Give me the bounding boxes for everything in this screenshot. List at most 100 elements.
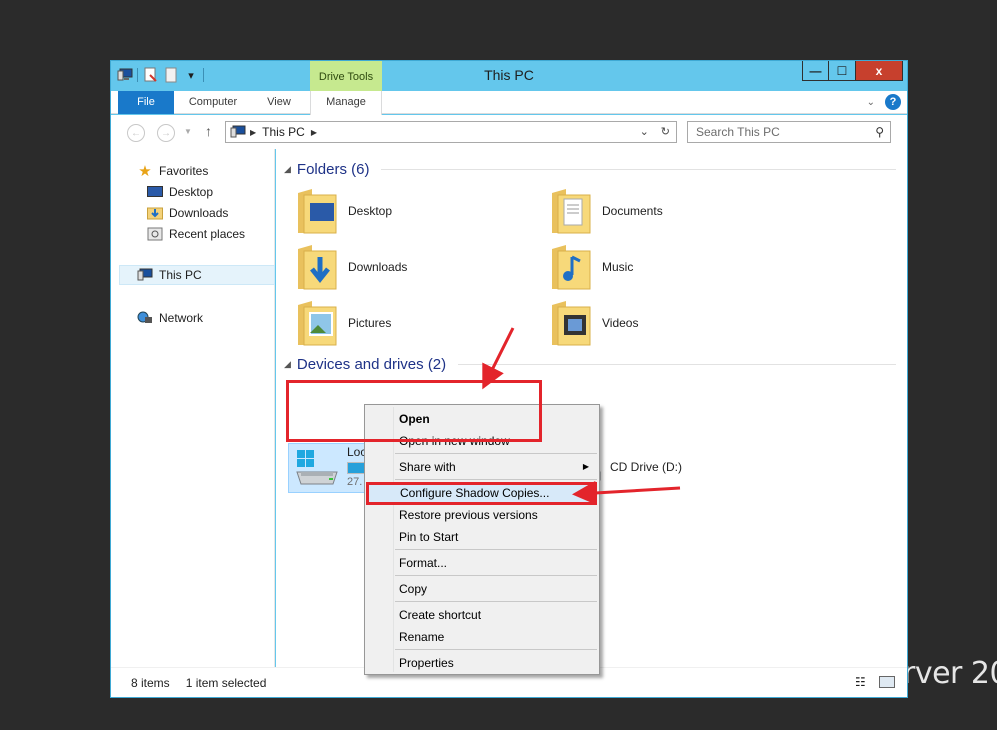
desktop-icon: [147, 185, 163, 199]
group-divider: [381, 169, 896, 170]
folder-downloads[interactable]: Downloads: [296, 241, 536, 293]
up-arrow-icon[interactable]: ↑: [205, 123, 212, 139]
menu-item-configure-shadow-copies[interactable]: Configure Shadow Copies...: [367, 482, 597, 504]
menu-separator: [395, 549, 597, 550]
window-controls: — ☐ x: [802, 61, 903, 81]
address-bar[interactable]: ▶ This PC ▶ ⌄ ↻: [225, 121, 677, 143]
breadcrumb-arrow-icon-2[interactable]: ▶: [311, 128, 317, 137]
navigation-bar: ← → ▼ ↑ ▶ This PC ▶ ⌄ ↻ Search This PC ⚲: [111, 115, 907, 149]
selection-count: 1 item selected: [185, 676, 267, 690]
this-pc-icon: [230, 125, 246, 139]
sidebar-item-desktop[interactable]: Desktop: [147, 182, 213, 202]
folder-label: Documents: [602, 204, 663, 218]
folders-group-title: Folders (6): [296, 161, 370, 178]
tab-view[interactable]: View: [255, 91, 303, 114]
recent-locations-dropdown-icon[interactable]: ▼: [184, 127, 192, 136]
sidebar-item-label: Desktop: [169, 185, 214, 199]
folder-pictures[interactable]: Pictures: [296, 297, 536, 349]
submenu-arrow-icon: ▶: [582, 462, 589, 471]
sidebar-item-downloads[interactable]: Downloads: [147, 203, 228, 223]
folder-documents[interactable]: Documents: [550, 185, 790, 237]
tab-computer[interactable]: Computer: [177, 91, 249, 114]
expand-ribbon-chevron-icon[interactable]: ⌄: [867, 97, 875, 108]
folder-label: Videos: [602, 316, 639, 330]
desktop-background-text: rver 20: [903, 656, 997, 691]
star-icon: ★: [138, 163, 152, 180]
recent-places-icon: [147, 227, 163, 241]
music-folder-icon: [550, 243, 592, 291]
context-menu: Open Open in new window Share with ▶ Con…: [364, 404, 600, 675]
breadcrumb-arrow-icon[interactable]: ▶: [250, 128, 256, 137]
navigation-pane: ★ Favorites Desktop Downloads Recent pla…: [111, 149, 275, 667]
help-icon[interactable]: ?: [885, 94, 901, 110]
forward-button[interactable]: →: [157, 124, 175, 142]
desktop-folder-icon: [296, 187, 338, 235]
refresh-icon[interactable]: ↻: [661, 125, 670, 138]
minimize-button[interactable]: —: [802, 61, 829, 81]
folders-group-header[interactable]: ◢ Folders (6): [284, 161, 896, 178]
menu-item-restore-previous-versions[interactable]: Restore previous versions: [367, 504, 597, 526]
menu-item-create-shortcut[interactable]: Create shortcut: [367, 604, 597, 626]
sidebar-item-this-pc[interactable]: This PC: [119, 265, 275, 285]
folder-videos[interactable]: Videos: [550, 297, 790, 349]
downloads-folder-icon: [296, 243, 338, 291]
folder-label: Music: [602, 260, 634, 274]
menu-item-format[interactable]: Format...: [367, 552, 597, 574]
drive-name: CD Drive (D:): [610, 460, 682, 474]
item-count: 8 items: [131, 676, 170, 690]
search-icon[interactable]: ⚲: [875, 122, 884, 142]
address-dropdown-icon[interactable]: ⌄: [640, 125, 649, 138]
maximize-button[interactable]: ☐: [829, 61, 856, 81]
sidebar-item-recent-places[interactable]: Recent places: [147, 224, 245, 244]
menu-item-pin-to-start[interactable]: Pin to Start: [367, 526, 597, 548]
folder-music[interactable]: Music: [550, 241, 790, 293]
sidebar-item-label: This PC: [159, 268, 202, 282]
group-divider: [458, 364, 896, 365]
menu-item-open-new-window[interactable]: Open in new window: [367, 430, 597, 452]
sidebar-item-network[interactable]: Network: [137, 308, 203, 328]
documents-folder-icon: [550, 187, 592, 235]
menu-separator: [395, 453, 597, 454]
address-controls: ⌄ ↻: [640, 125, 670, 138]
menu-separator: [395, 601, 597, 602]
folder-desktop[interactable]: Desktop: [296, 185, 536, 237]
devices-group-header[interactable]: ◢ Devices and drives (2): [284, 356, 896, 373]
menu-item-share-with[interactable]: Share with ▶: [367, 456, 597, 478]
sidebar-item-label: Network: [159, 311, 204, 325]
ribbon-right-controls: ⌄ ?: [867, 94, 901, 110]
pictures-folder-icon: [296, 299, 338, 347]
sidebar-item-label: Recent places: [169, 227, 246, 241]
menu-item-label: Share with: [399, 460, 456, 474]
menu-separator: [395, 479, 597, 480]
breadcrumb-this-pc[interactable]: This PC: [262, 125, 305, 139]
window-title: This PC: [484, 67, 534, 83]
tab-file[interactable]: File: [118, 91, 174, 114]
details-view-icon[interactable]: ☷: [855, 676, 871, 688]
search-placeholder: Search This PC: [696, 125, 780, 139]
menu-separator: [395, 575, 597, 576]
this-pc-icon: [137, 268, 153, 282]
videos-folder-icon: [550, 299, 592, 347]
close-button[interactable]: x: [856, 61, 903, 81]
sidebar-item-label: Downloads: [169, 206, 229, 220]
folder-label: Desktop: [348, 204, 393, 218]
collapse-triangle-icon[interactable]: ◢: [284, 164, 291, 175]
back-button[interactable]: ←: [127, 124, 145, 142]
menu-item-rename[interactable]: Rename: [367, 626, 597, 648]
devices-group-title: Devices and drives (2): [296, 356, 447, 373]
title-bar[interactable]: ▾ Drive Tools This PC — ☐ x: [111, 61, 907, 91]
network-icon: [137, 311, 153, 325]
menu-item-properties[interactable]: Properties: [367, 652, 597, 674]
folder-label: Pictures: [348, 316, 392, 330]
large-icons-view-icon[interactable]: [879, 676, 895, 688]
collapse-triangle-icon[interactable]: ◢: [284, 359, 291, 370]
drive-free-space: 27.: [347, 476, 363, 488]
menu-item-open[interactable]: Open: [367, 408, 597, 430]
tab-manage[interactable]: Manage: [310, 91, 382, 115]
sidebar-item-favorites[interactable]: ★ Favorites: [137, 161, 208, 181]
sidebar-item-label: Favorites: [159, 164, 209, 178]
menu-item-copy[interactable]: Copy: [367, 578, 597, 600]
menu-separator: [395, 649, 597, 650]
ribbon-tabs: File Computer View Manage ⌄ ?: [111, 91, 907, 115]
search-input[interactable]: Search This PC ⚲: [687, 121, 891, 143]
